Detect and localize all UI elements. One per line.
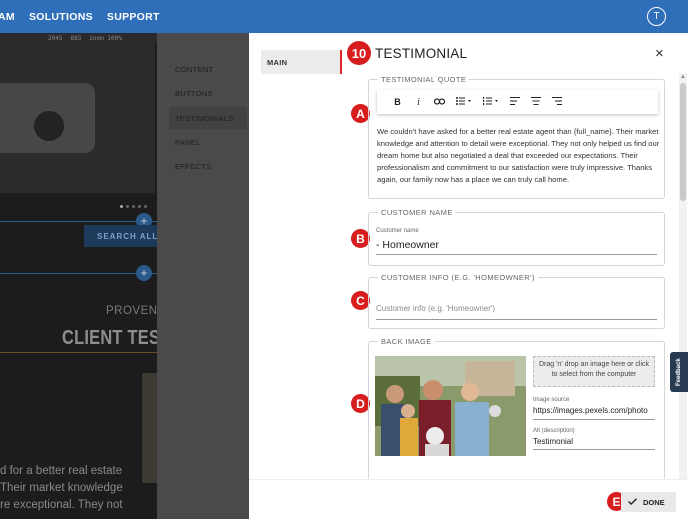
alt-description-underline [533,449,655,450]
hero-image-lens [34,111,64,141]
image-dropzone[interactable]: Drag 'n' drop an image here or click to … [533,356,655,387]
rich-text-toolbar: B i [377,90,658,114]
modal-footer: E DONE [249,479,688,519]
canvas-ruler: 2045 883 zoom 100% [0,33,157,43]
nav-item-team[interactable]: AM [0,11,15,23]
done-button[interactable]: DONE [621,492,676,512]
user-avatar[interactable]: T [647,7,666,26]
image-source-underline [533,419,655,420]
menu-item-effects[interactable]: EFFECTS [169,155,247,177]
customer-name-underline [376,254,657,255]
customer-name-legend: CUSTOMER NAME [378,208,456,217]
bold-icon[interactable]: B [387,97,408,107]
customer-name-input[interactable]: - Homeowner [376,239,439,251]
customer-name-section: CUSTOMER NAME Customer name - Homeowner [368,208,665,266]
hero-image-placeholder [0,43,155,193]
alt-description-label: Alt (description) [533,428,575,434]
nav-item-solutions[interactable]: SOLUTIONS [29,11,93,23]
testimonial-quote-editor[interactable]: We couldn't have asked for a better real… [377,126,661,186]
numbered-list-icon[interactable] [477,97,504,107]
customer-info-legend: CUSTOMER INFO (E.G. 'HOMEOWNER') [378,273,538,282]
customer-info-underline [376,319,657,320]
ruler-zoom: zoom 100% [89,34,122,42]
scrollbar-thumb[interactable] [680,83,686,201]
back-image-legend: BACK IMAGE [378,337,435,346]
testimonial-modal: MAIN 10 TESTIMONIAL × ▲ A TESTIMONIAL QU… [249,33,688,519]
search-all-button[interactable]: SEARCH ALL C [84,225,157,247]
testimonial-quote-section: TESTIMONIAL QUOTE B i We couldn't have a… [368,75,665,199]
italic-icon[interactable]: i [408,97,429,108]
image-source-input[interactable]: https://images.pexels.com/photo [533,406,655,415]
top-navigation: AM SOLUTIONS SUPPORT T [0,0,688,33]
testimonial-side-image [142,373,157,483]
bullet-list-icon[interactable] [450,97,477,107]
done-button-label: DONE [643,497,665,507]
ruler-height: 883 [70,34,82,42]
settings-menu: CONTENT BUTTONS TESTIMONIALS PANEL EFFEC… [157,33,249,519]
scroll-up-icon[interactable]: ▲ [680,74,686,80]
link-icon[interactable] [429,97,450,107]
section-divider [0,221,157,222]
modal-tab-column: MAIN [249,33,344,519]
customer-name-label: Customer name [376,228,419,234]
menu-item-content[interactable]: CONTENT [169,58,247,80]
menu-item-testimonials[interactable]: TESTIMONIALS [169,107,247,129]
testimonial-preview-text: d for a better real estate Their market … [0,465,123,511]
alt-description-input[interactable]: Testimonial [533,437,573,446]
align-center-icon[interactable] [525,97,546,107]
menu-item-buttons[interactable]: BUTTONS [169,82,247,104]
align-right-icon[interactable] [546,97,567,107]
page-canvas-preview: 2045 883 zoom 100% + SEARCH ALL C + PROV… [0,33,157,519]
client-testimonials-heading: CLIENT TESTI [62,327,157,349]
modal-title: TESTIMONIAL [375,46,468,61]
nav-item-support[interactable]: SUPPORT [107,11,160,23]
ruler-width: 2045 [48,34,63,42]
carousel-dots [120,205,147,208]
checkmark-icon [628,497,637,507]
close-icon[interactable]: × [655,45,664,62]
step-marker: 10 [347,41,371,65]
add-section-icon[interactable]: + [136,265,152,281]
menu-item-panel[interactable]: PANEL [169,131,247,153]
align-left-icon[interactable] [504,97,525,107]
selection-outline [0,352,157,353]
testimonial-quote-legend: TESTIMONIAL QUOTE [378,75,470,84]
image-source-label: Image source [533,397,570,403]
tab-main[interactable]: MAIN [261,50,342,74]
back-image-preview[interactable] [375,356,526,456]
customer-info-input[interactable]: Customer info (e.g. 'Homeowner') [376,304,495,313]
feedback-tab[interactable]: Feedback [670,352,688,392]
proven-results-heading: PROVEN RES [106,305,157,317]
section-divider [0,273,157,274]
back-image-section: BACK IMAGE Drag 'n' drop an image here o… [368,337,665,491]
customer-info-section: CUSTOMER INFO (E.G. 'HOMEOWNER') Custome… [368,273,665,329]
